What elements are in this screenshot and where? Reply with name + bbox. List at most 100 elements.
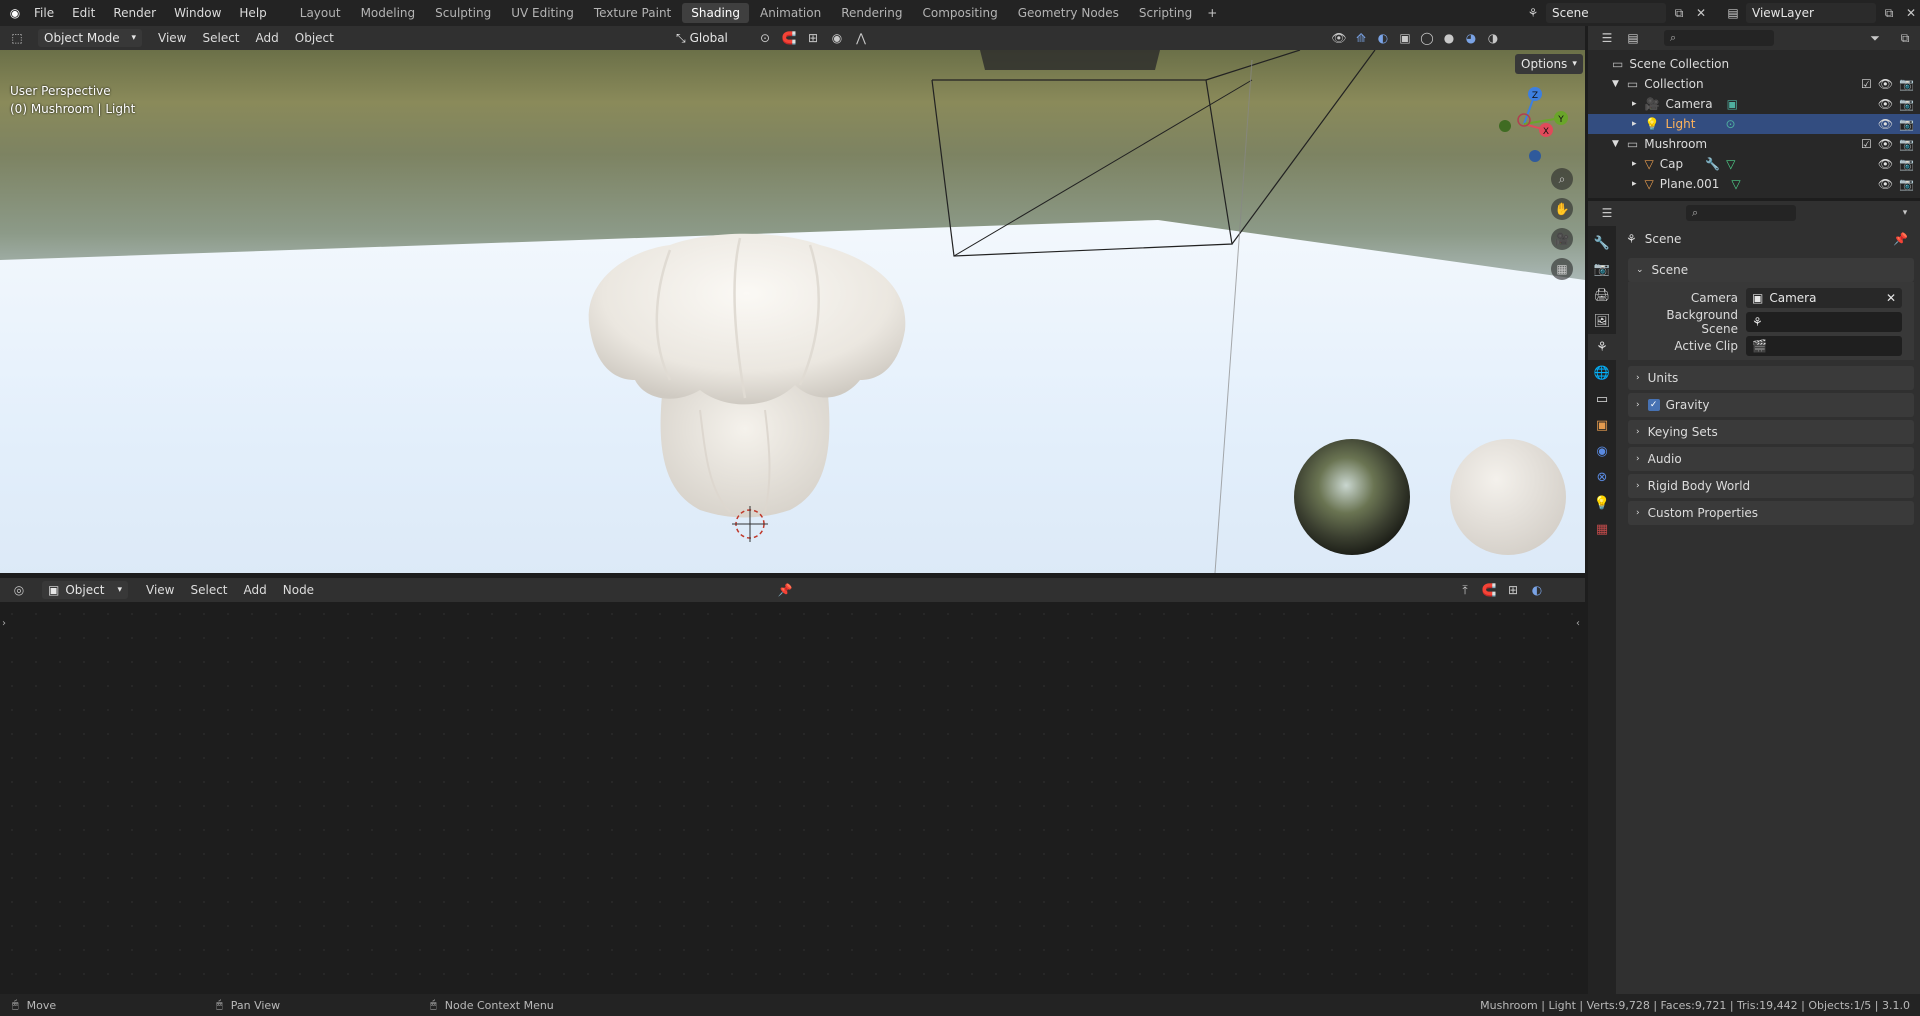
navigation-gizmo[interactable]: Z X Y [1490,82,1570,164]
eye-icon[interactable]: 👁 [1878,77,1893,91]
view-layer-tab-icon[interactable]: 🖼 [1588,308,1616,334]
perspective-toggle-icon[interactable]: ▦ [1551,258,1573,280]
render-camera-icon[interactable]: 📷 [1899,77,1914,91]
collection-tab-icon[interactable]: ▭ [1588,386,1616,412]
tool-tab-icon[interactable]: 🔧 [1588,230,1616,256]
visibility-icon[interactable]: 👁 [1330,29,1348,47]
outliner-editor-icon[interactable]: ☰ [1598,29,1616,47]
view-layer-icon[interactable]: ▤ [1724,4,1742,22]
checkbox-icon[interactable]: ☑ [1861,77,1872,91]
properties-editor-icon[interactable]: ☰ [1598,204,1616,222]
viewport-menu-select[interactable]: Select [202,31,239,45]
pivot-point-icon[interactable]: ⊙ [756,29,774,47]
render-tab-icon[interactable]: 📷 [1588,256,1616,282]
audio-panel-header[interactable]: › Audio [1628,447,1914,471]
node-menu-select[interactable]: Select [190,583,227,597]
expand-arrow-icon[interactable]: ▸ [1632,119,1637,129]
new-scene-icon[interactable]: ⧉ [1670,4,1688,22]
eye-icon[interactable]: 👁 [1878,137,1893,151]
physics-tab-icon[interactable]: ◉ [1588,438,1616,464]
properties-search-input[interactable]: ⌕ [1686,204,1796,221]
node-menu-view[interactable]: View [146,583,174,597]
tab-geometry-nodes[interactable]: Geometry Nodes [1009,3,1128,23]
outliner-row-cap[interactable]: ▸ ▽ Cap 🔧 ▽ 👁 📷 [1588,154,1920,174]
add-workspace-icon[interactable]: + [1203,4,1221,22]
world-tab-icon[interactable]: 🌐 [1588,360,1616,386]
pan-hand-icon[interactable]: ✋ [1551,198,1573,220]
render-camera-icon[interactable]: 📷 [1899,177,1914,191]
delete-view-layer-icon[interactable]: ✕ [1902,4,1920,22]
node-overlay-icon[interactable]: ◐ [1528,581,1546,599]
view-layer-selector[interactable]: ViewLayer [1746,3,1876,23]
tab-scripting[interactable]: Scripting [1130,3,1201,23]
menu-render[interactable]: Render [113,6,156,20]
expand-arrow-icon[interactable]: ▸ [1632,179,1637,189]
material-shading-icon[interactable]: ◕ [1462,29,1480,47]
new-collection-icon[interactable]: ⧉ [1896,29,1914,47]
expand-arrow-icon[interactable]: ▸ [1632,159,1637,169]
menu-edit[interactable]: Edit [72,6,95,20]
blender-logo-icon[interactable]: ◉ [6,4,24,22]
tab-rendering[interactable]: Rendering [832,3,911,23]
xray-icon[interactable]: ▣ [1396,29,1414,47]
camera-view-icon[interactable]: 🎥 [1551,228,1573,250]
solid-shading-icon[interactable]: ● [1440,29,1458,47]
outliner-row-plane[interactable]: ▸ ▽ Plane.001 ▽ 👁 📷 [1588,174,1920,194]
camera-field[interactable]: ▣ Camera ✕ [1746,288,1902,308]
gizmo-toggle-icon[interactable]: ⟰ [1352,29,1370,47]
render-camera-icon[interactable]: 📷 [1899,117,1914,131]
tab-sculpting[interactable]: Sculpting [426,3,500,23]
render-camera-icon[interactable]: 📷 [1899,97,1914,111]
eye-icon[interactable]: 👁 [1878,157,1893,171]
viewport-menu-add[interactable]: Add [256,31,279,45]
menu-file[interactable]: File [34,6,54,20]
falloff-icon[interactable]: ⋀ [852,29,870,47]
scene-panel-header[interactable]: ⌄ Scene [1628,258,1914,282]
tab-modeling[interactable]: Modeling [352,3,425,23]
object-data-tab-icon[interactable]: 💡 [1588,490,1616,516]
scene-selector[interactable]: Scene [1546,3,1666,23]
rendered-shading-icon[interactable]: ◑ [1484,29,1502,47]
constraints-tab-icon[interactable]: ⊗ [1588,464,1616,490]
scene-icon[interactable]: ⚘ [1524,4,1542,22]
shader-node-editor[interactable]: › ‹ [0,602,1585,994]
node-snap-target-icon[interactable]: ⊞ [1504,581,1522,599]
units-panel-header[interactable]: › Units [1628,366,1914,390]
parent-node-tree-icon[interactable]: ⤒ [1456,581,1474,599]
outliner-row-collection[interactable]: ▼ ▭ Collection ☑ 👁 📷 [1588,74,1920,94]
custom-properties-panel-header[interactable]: › Custom Properties [1628,501,1914,525]
eye-icon[interactable]: 👁 [1878,177,1893,191]
eye-icon[interactable]: 👁 [1878,97,1893,111]
gravity-panel-header[interactable]: › ✓ Gravity [1628,393,1914,417]
scene-tab-icon[interactable]: ⚘ [1588,334,1616,360]
filter-icon[interactable]: ⏷ [1866,29,1884,47]
render-camera-icon[interactable]: 📷 [1899,137,1914,151]
outliner-row-mushroom[interactable]: ▼ ▭ Mushroom ☑ 👁 📷 [1588,134,1920,154]
sidebar-expand-icon[interactable]: ‹ [1576,618,1580,629]
checkbox-icon[interactable]: ☑ [1861,137,1872,151]
rigid-body-world-panel-header[interactable]: › Rigid Body World [1628,474,1914,498]
display-mode-icon[interactable]: ▤ [1624,29,1642,47]
pin-icon[interactable]: 📌 [776,581,794,599]
outliner-search-input[interactable]: ⌕ [1664,30,1774,46]
mushroom-model[interactable] [560,220,920,560]
render-camera-icon[interactable]: 📷 [1899,157,1914,171]
tab-uv-editing[interactable]: UV Editing [502,3,583,23]
eye-icon[interactable]: 👁 [1878,117,1893,131]
snap-target-icon[interactable]: ⊞ [804,29,822,47]
viewport-menu-view[interactable]: View [158,31,186,45]
expand-arrow-icon[interactable]: ▼ [1612,79,1619,89]
output-tab-icon[interactable]: 🖨 [1588,282,1616,308]
zoom-icon[interactable]: ⌕ [1551,168,1573,190]
texture-tab-icon[interactable]: ▦ [1588,516,1616,542]
chevron-down-icon[interactable]: ▾ [1896,204,1914,222]
outliner-row-scene-collection[interactable]: ▭ Scene Collection [1588,54,1920,74]
3d-viewport[interactable]: User Perspective (0) Mushroom | Light Op… [0,50,1585,573]
node-editor-type-icon[interactable]: ◎ [10,581,28,599]
background-scene-field[interactable]: ⚘ [1746,312,1902,332]
mode-selector[interactable]: Object Mode ▾ [38,29,142,47]
proportional-editing-icon[interactable]: ◉ [828,29,846,47]
node-menu-add[interactable]: Add [244,583,267,597]
overlay-toggle-icon[interactable]: ◐ [1374,29,1392,47]
clear-icon[interactable]: ✕ [1886,291,1896,305]
